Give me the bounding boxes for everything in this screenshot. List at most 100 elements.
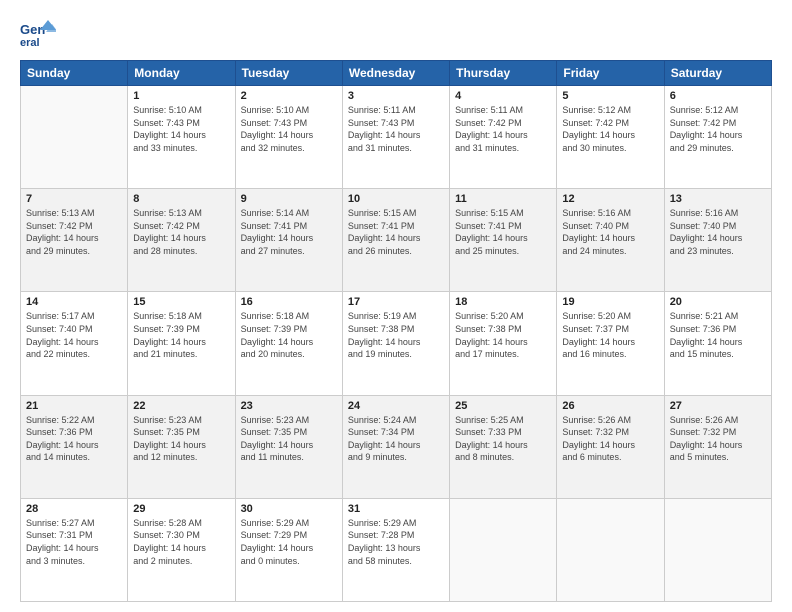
day-info: Sunrise: 5:24 AM Sunset: 7:34 PM Dayligh…	[348, 414, 444, 464]
calendar-cell: 27Sunrise: 5:26 AM Sunset: 7:32 PM Dayli…	[664, 395, 771, 498]
calendar-cell: 25 Sunrise: 5:25 AM Sunset: 7:33 PM Dayli…	[450, 395, 557, 498]
calendar-table: SundayMondayTuesdayWednesdayThursdayFrid…	[20, 60, 772, 602]
calendar-header-thursday: Thursday	[450, 61, 557, 86]
calendar-week-row: 14 Sunrise: 5:17 AM Sunset: 7:40 PM Dayli…	[21, 292, 772, 395]
calendar-cell: 16 Sunrise: 5:18 AM Sunset: 7:39 PM Dayli…	[235, 292, 342, 395]
page: Gen eral SundayMondayTuesdayWednesdayThu…	[0, 0, 792, 612]
calendar-header-saturday: Saturday	[664, 61, 771, 86]
day-number: 30	[241, 503, 337, 515]
day-number: 31	[348, 503, 444, 515]
calendar-cell: 19 Sunrise: 5:20 AM Sunset: 7:37 PM Dayli…	[557, 292, 664, 395]
day-info: Sunrise: 5:23 AM Sunset: 7:35 PM Dayligh…	[241, 414, 337, 464]
day-info: Sunrise: 5:25 AM Sunset: 7:33 PM Dayligh…	[455, 414, 551, 464]
calendar-cell: 9 Sunrise: 5:14 AM Sunset: 7:41 PM Daylig…	[235, 189, 342, 292]
calendar-cell: 3 Sunrise: 5:11 AM Sunset: 7:43 PM Daylig…	[342, 86, 449, 189]
day-number: 5	[562, 90, 658, 102]
day-number: 19	[562, 296, 658, 308]
calendar-body: 1Sunrise: 5:10 AM Sunset: 7:43 PM Daylig…	[21, 86, 772, 602]
header: Gen eral	[20, 16, 772, 52]
day-number: 24	[348, 400, 444, 412]
day-number: 18	[455, 296, 551, 308]
calendar-cell: 17Sunrise: 5:19 AM Sunset: 7:38 PM Dayli…	[342, 292, 449, 395]
day-number: 26	[562, 400, 658, 412]
day-number: 29	[133, 503, 229, 515]
day-info: Sunrise: 5:27 AM Sunset: 7:31 PM Dayligh…	[26, 517, 122, 567]
day-info: Sunrise: 5:29 AM Sunset: 7:29 PM Dayligh…	[241, 517, 337, 567]
calendar-cell: 7Sunrise: 5:13 AM Sunset: 7:42 PM Daylig…	[21, 189, 128, 292]
calendar-week-row: 21 Sunrise: 5:22 AM Sunset: 7:36 PM Dayli…	[21, 395, 772, 498]
calendar-cell: 4Sunrise: 5:11 AM Sunset: 7:42 PM Daylig…	[450, 86, 557, 189]
day-number: 16	[241, 296, 337, 308]
day-info: Sunrise: 5:18 AM Sunset: 7:39 PM Dayligh…	[241, 310, 337, 360]
calendar-cell: 2Sunrise: 5:10 AM Sunset: 7:43 PM Daylig…	[235, 86, 342, 189]
day-number: 28	[26, 503, 122, 515]
day-info: Sunrise: 5:11 AM Sunset: 7:42 PM Dayligh…	[455, 104, 551, 154]
day-info: Sunrise: 5:12 AM Sunset: 7:42 PM Dayligh…	[562, 104, 658, 154]
calendar-cell: 23 Sunrise: 5:23 AM Sunset: 7:35 PM Dayli…	[235, 395, 342, 498]
day-number: 14	[26, 296, 122, 308]
day-info: Sunrise: 5:26 AM Sunset: 7:32 PM Dayligh…	[562, 414, 658, 464]
calendar-cell: 12Sunrise: 5:16 AM Sunset: 7:40 PM Dayli…	[557, 189, 664, 292]
day-number: 20	[670, 296, 766, 308]
day-info: Sunrise: 5:20 AM Sunset: 7:37 PM Dayligh…	[562, 310, 658, 360]
day-info: Sunrise: 5:12 AM Sunset: 7:42 PM Dayligh…	[670, 104, 766, 154]
day-number: 8	[133, 193, 229, 205]
day-number: 21	[26, 400, 122, 412]
calendar-week-row: 1Sunrise: 5:10 AM Sunset: 7:43 PM Daylig…	[21, 86, 772, 189]
calendar-header-row: SundayMondayTuesdayWednesdayThursdayFrid…	[21, 61, 772, 86]
calendar-cell: 15 Sunrise: 5:18 AM Sunset: 7:39 PM Dayli…	[128, 292, 235, 395]
calendar-week-row: 28 Sunrise: 5:27 AM Sunset: 7:31 PM Dayli…	[21, 498, 772, 601]
logo-icon: Gen eral	[20, 16, 56, 52]
calendar-cell: 6Sunrise: 5:12 AM Sunset: 7:42 PM Daylig…	[664, 86, 771, 189]
calendar-cell: 30 Sunrise: 5:29 AM Sunset: 7:29 PM Dayli…	[235, 498, 342, 601]
calendar-cell: 24 Sunrise: 5:24 AM Sunset: 7:34 PM Dayli…	[342, 395, 449, 498]
day-info: Sunrise: 5:28 AM Sunset: 7:30 PM Dayligh…	[133, 517, 229, 567]
calendar-cell: 22 Sunrise: 5:23 AM Sunset: 7:35 PM Dayli…	[128, 395, 235, 498]
day-number: 10	[348, 193, 444, 205]
calendar-cell: 21 Sunrise: 5:22 AM Sunset: 7:36 PM Dayli…	[21, 395, 128, 498]
day-number: 17	[348, 296, 444, 308]
calendar-header-friday: Friday	[557, 61, 664, 86]
calendar-cell: 5 Sunrise: 5:12 AM Sunset: 7:42 PM Daylig…	[557, 86, 664, 189]
day-info: Sunrise: 5:16 AM Sunset: 7:40 PM Dayligh…	[562, 207, 658, 257]
calendar-cell	[664, 498, 771, 601]
day-info: Sunrise: 5:15 AM Sunset: 7:41 PM Dayligh…	[455, 207, 551, 257]
day-info: Sunrise: 5:13 AM Sunset: 7:42 PM Dayligh…	[133, 207, 229, 257]
calendar-cell: 18Sunrise: 5:20 AM Sunset: 7:38 PM Dayli…	[450, 292, 557, 395]
calendar-cell: 10 Sunrise: 5:15 AM Sunset: 7:41 PM Dayli…	[342, 189, 449, 292]
day-info: Sunrise: 5:15 AM Sunset: 7:41 PM Dayligh…	[348, 207, 444, 257]
day-info: Sunrise: 5:11 AM Sunset: 7:43 PM Dayligh…	[348, 104, 444, 154]
day-number: 25	[455, 400, 551, 412]
day-number: 15	[133, 296, 229, 308]
calendar-header-monday: Monday	[128, 61, 235, 86]
day-info: Sunrise: 5:14 AM Sunset: 7:41 PM Dayligh…	[241, 207, 337, 257]
calendar-header-sunday: Sunday	[21, 61, 128, 86]
day-number: 22	[133, 400, 229, 412]
day-info: Sunrise: 5:17 AM Sunset: 7:40 PM Dayligh…	[26, 310, 122, 360]
logo: Gen eral	[20, 16, 60, 52]
day-info: Sunrise: 5:10 AM Sunset: 7:43 PM Dayligh…	[133, 104, 229, 154]
calendar-cell: 8 Sunrise: 5:13 AM Sunset: 7:42 PM Daylig…	[128, 189, 235, 292]
day-number: 11	[455, 193, 551, 205]
day-number: 2	[241, 90, 337, 102]
day-info: Sunrise: 5:23 AM Sunset: 7:35 PM Dayligh…	[133, 414, 229, 464]
calendar-cell: 20 Sunrise: 5:21 AM Sunset: 7:36 PM Dayli…	[664, 292, 771, 395]
day-number: 3	[348, 90, 444, 102]
day-number: 23	[241, 400, 337, 412]
calendar-cell: 11 Sunrise: 5:15 AM Sunset: 7:41 PM Dayli…	[450, 189, 557, 292]
day-number: 27	[670, 400, 766, 412]
day-number: 13	[670, 193, 766, 205]
day-number: 9	[241, 193, 337, 205]
day-info: Sunrise: 5:22 AM Sunset: 7:36 PM Dayligh…	[26, 414, 122, 464]
svg-text:eral: eral	[20, 37, 40, 49]
calendar-cell: 1Sunrise: 5:10 AM Sunset: 7:43 PM Daylig…	[128, 86, 235, 189]
day-info: Sunrise: 5:21 AM Sunset: 7:36 PM Dayligh…	[670, 310, 766, 360]
day-info: Sunrise: 5:29 AM Sunset: 7:28 PM Dayligh…	[348, 517, 444, 567]
calendar-cell: 31 Sunrise: 5:29 AM Sunset: 7:28 PM Dayli…	[342, 498, 449, 601]
calendar-header-tuesday: Tuesday	[235, 61, 342, 86]
day-info: Sunrise: 5:18 AM Sunset: 7:39 PM Dayligh…	[133, 310, 229, 360]
calendar-header-wednesday: Wednesday	[342, 61, 449, 86]
calendar-cell: 14 Sunrise: 5:17 AM Sunset: 7:40 PM Dayli…	[21, 292, 128, 395]
day-info: Sunrise: 5:16 AM Sunset: 7:40 PM Dayligh…	[670, 207, 766, 257]
day-number: 7	[26, 193, 122, 205]
